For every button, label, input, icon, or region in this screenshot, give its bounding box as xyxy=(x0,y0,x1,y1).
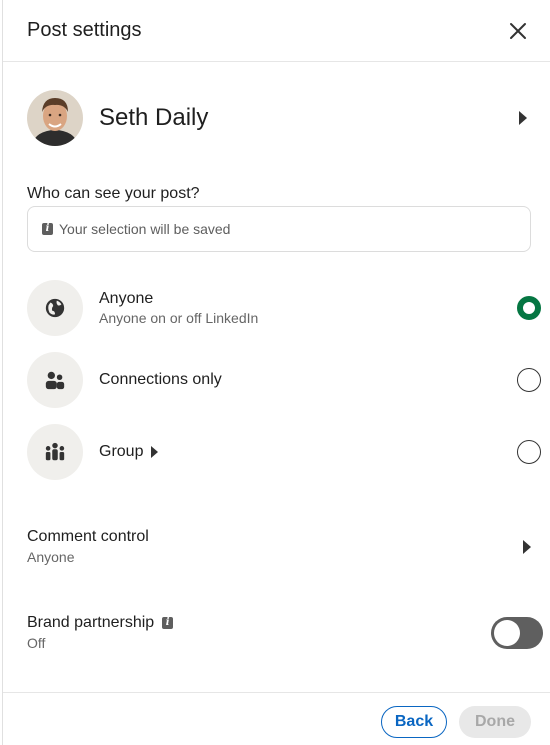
caret-right-icon xyxy=(523,539,531,554)
visibility-option-connections[interactable]: Connections only xyxy=(27,352,543,408)
close-icon xyxy=(510,22,526,39)
caret-right-icon xyxy=(151,446,159,458)
visibility-option-anyone[interactable]: Anyone Anyone on or off LinkedIn xyxy=(27,280,543,336)
profile-row[interactable]: Seth Daily xyxy=(27,90,531,146)
brand-partnership-row: Brand partnership i Off xyxy=(27,614,543,651)
option-title: Anyone xyxy=(99,290,154,307)
globe-icon xyxy=(27,280,83,336)
visibility-option-group[interactable]: Group xyxy=(27,424,543,480)
info-notice: i Your selection will be saved xyxy=(27,206,531,252)
brand-partnership-title: Brand partnership xyxy=(27,614,155,631)
dialog-header: Post settings xyxy=(3,0,550,62)
radio-group[interactable] xyxy=(517,440,541,464)
people-icon xyxy=(27,352,83,408)
radio-connections[interactable] xyxy=(517,368,541,392)
done-button[interactable]: Done xyxy=(459,706,531,738)
radio-anyone[interactable] xyxy=(517,296,541,320)
option-title: Group xyxy=(99,443,144,460)
avatar xyxy=(27,90,83,146)
post-settings-dialog: Post settings Seth Daily Who can see you… xyxy=(2,0,550,745)
option-title: Connections only xyxy=(99,371,222,388)
brand-partnership-toggle[interactable] xyxy=(491,616,543,649)
comment-control-title: Comment control xyxy=(27,528,149,545)
back-button[interactable]: Back xyxy=(381,706,447,738)
dialog-footer: Back Done xyxy=(3,692,550,745)
comment-control-row[interactable]: Comment control Anyone xyxy=(27,528,531,565)
close-button[interactable] xyxy=(504,17,532,45)
comment-control-value: Anyone xyxy=(27,549,75,565)
dialog-title: Post settings xyxy=(27,19,142,41)
caret-right-icon xyxy=(515,108,531,128)
brand-partnership-value: Off xyxy=(27,635,46,651)
profile-name: Seth Daily xyxy=(99,104,209,131)
toggle-knob xyxy=(494,619,520,646)
visibility-question: Who can see your post? xyxy=(27,185,200,202)
info-notice-text: Your selection will be saved xyxy=(59,221,231,237)
option-subtitle: Anyone on or off LinkedIn xyxy=(99,310,259,326)
info-icon: i xyxy=(42,223,53,235)
group-icon xyxy=(27,424,83,480)
info-icon[interactable]: i xyxy=(162,617,174,629)
